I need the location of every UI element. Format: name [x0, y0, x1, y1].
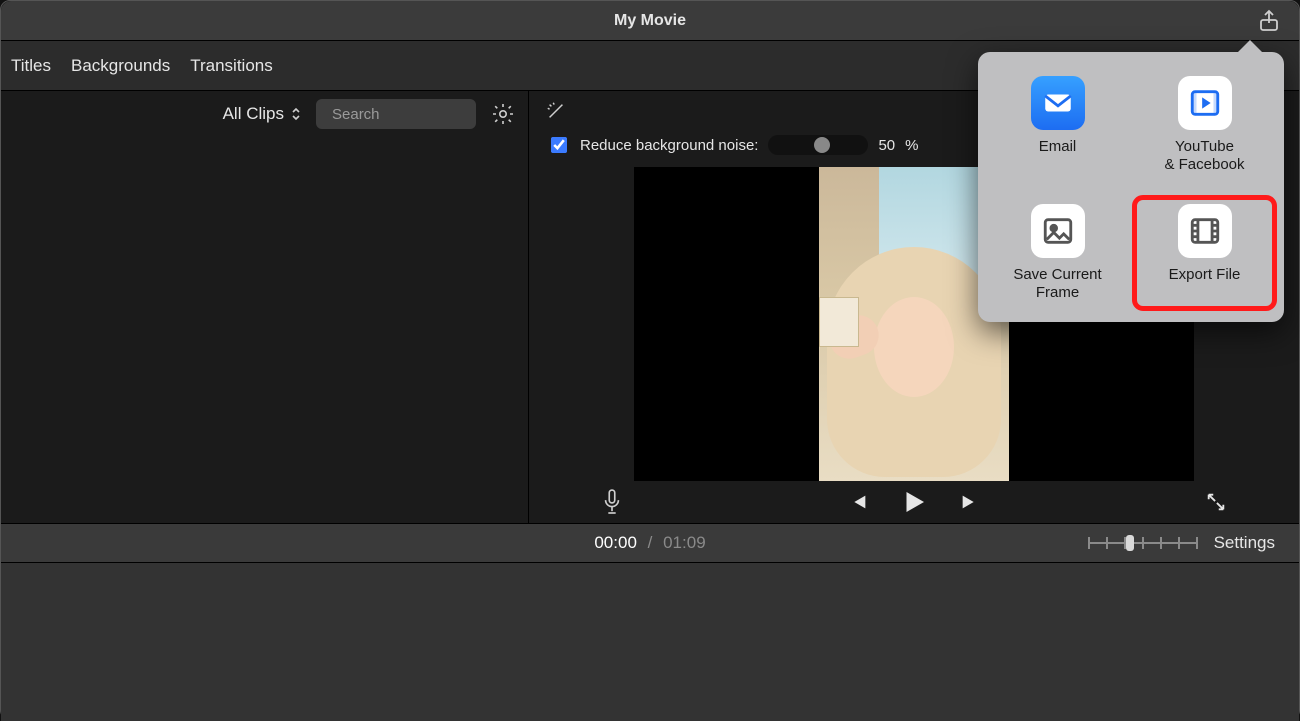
- share-button[interactable]: [1257, 9, 1281, 33]
- noise-value: 50: [878, 137, 895, 154]
- share-email-button[interactable]: Email: [988, 70, 1127, 180]
- export-file-label: Export File: [1169, 266, 1241, 284]
- timeline-settings-button[interactable]: Settings: [1214, 533, 1275, 553]
- time-total: 01:09: [663, 533, 706, 552]
- play-button[interactable]: [899, 487, 929, 517]
- fullscreen-button[interactable]: [1205, 491, 1227, 513]
- save-frame-button[interactable]: Save Current Frame: [988, 198, 1127, 308]
- tab-transitions[interactable]: Transitions: [190, 56, 273, 76]
- email-icon: [1031, 76, 1085, 130]
- noise-label: Reduce background noise:: [580, 137, 758, 154]
- timeline-header: 00:00 / 01:09 Settings: [1, 523, 1299, 563]
- tab-backgrounds[interactable]: Backgrounds: [71, 56, 170, 76]
- time-current: 00:00: [594, 533, 637, 552]
- share-youtube-label: YouTube& Facebook: [1164, 138, 1244, 174]
- video-share-icon: [1178, 76, 1232, 130]
- noise-checkbox[interactable]: [551, 137, 567, 153]
- image-icon: [1031, 204, 1085, 258]
- export-file-button[interactable]: Export File: [1135, 198, 1274, 308]
- share-youtube-facebook-button[interactable]: YouTube& Facebook: [1135, 70, 1274, 180]
- voiceover-button[interactable]: [601, 488, 623, 516]
- playback-controls: [529, 481, 1299, 523]
- browser-settings-button[interactable]: [490, 101, 516, 127]
- media-browser: All Clips: [1, 91, 529, 523]
- time-display: 00:00 / 01:09: [594, 533, 705, 553]
- share-email-label: Email: [1039, 138, 1077, 156]
- next-button[interactable]: [959, 491, 981, 513]
- film-icon: [1178, 204, 1232, 258]
- tab-titles[interactable]: Titles: [11, 56, 51, 76]
- prev-button[interactable]: [847, 491, 869, 513]
- enhance-icon[interactable]: [541, 96, 571, 126]
- share-popover: Email YouTube& Facebook Save Current Fra…: [978, 52, 1284, 322]
- project-title: My Movie: [614, 12, 686, 30]
- timeline-zoom-slider[interactable]: [1088, 541, 1198, 545]
- save-frame-label: Save Current Frame: [992, 266, 1123, 302]
- noise-slider[interactable]: [768, 135, 868, 155]
- clips-filter[interactable]: All Clips: [223, 104, 302, 124]
- time-separator: /: [648, 533, 653, 552]
- search-box[interactable]: [316, 99, 476, 129]
- browser-body: [1, 137, 528, 523]
- titlebar: My Movie: [1, 1, 1299, 41]
- timeline-body[interactable]: [1, 563, 1299, 721]
- noise-unit: %: [905, 137, 918, 154]
- clips-filter-label: All Clips: [223, 104, 284, 124]
